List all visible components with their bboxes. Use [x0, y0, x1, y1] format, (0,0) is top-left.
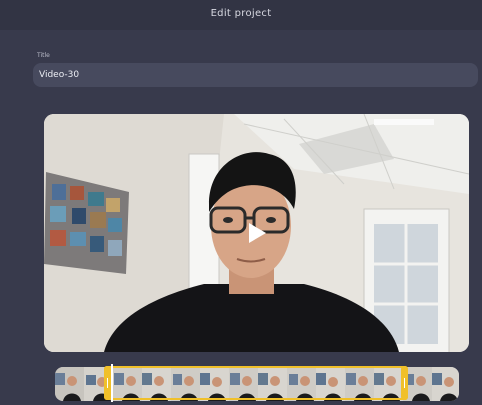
playhead[interactable]: [111, 364, 113, 402]
title-input[interactable]: Video-30: [33, 63, 478, 87]
timeline-frame: [55, 367, 84, 401]
page-title: Edit project: [210, 8, 272, 19]
left-trim-handle[interactable]: [104, 366, 111, 400]
header-bar: Edit project: [0, 0, 482, 30]
video-preview[interactable]: [44, 114, 469, 352]
right-trim-handle[interactable]: [401, 366, 408, 400]
trim-selection: [104, 366, 408, 400]
timeline-frame: [432, 367, 459, 401]
play-icon: [249, 223, 266, 243]
play-button[interactable]: [244, 221, 268, 245]
title-input-value: Video-30: [39, 70, 80, 80]
title-label: Title: [37, 52, 50, 59]
